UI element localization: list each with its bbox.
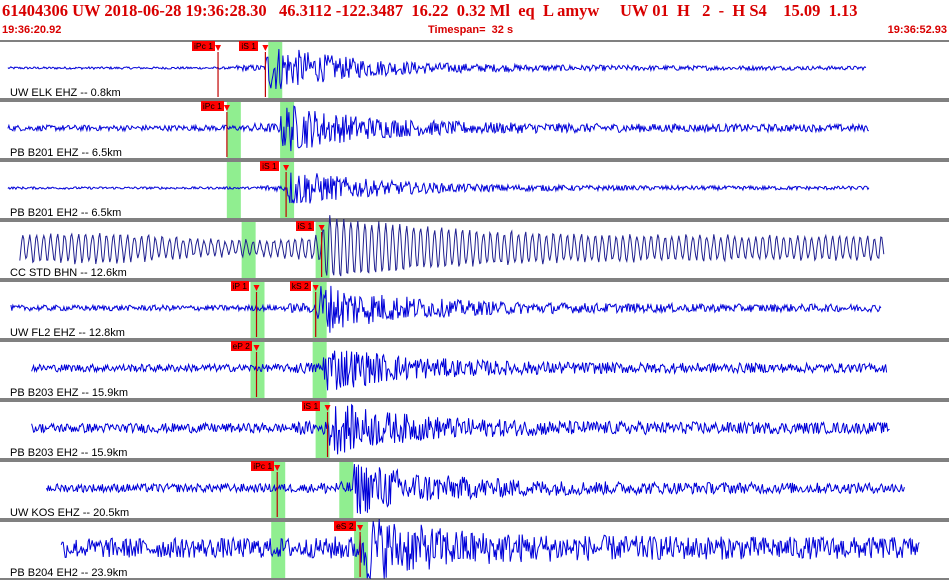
end-time: 19:36:52.93 <box>887 24 947 36</box>
waveform-trace <box>60 519 920 580</box>
event-header: 61404306 UW 2018-06-28 19:36:28.30 46.31… <box>0 0 949 40</box>
channel-row[interactable] <box>0 280 949 340</box>
waveform-canvas <box>0 40 949 580</box>
pick-label[interactable]: kS 2 <box>289 281 311 291</box>
channel-row[interactable] <box>0 40 949 100</box>
waveform-trace <box>31 403 890 455</box>
waveform-trace <box>45 463 905 514</box>
pick-label[interactable]: iS 1 <box>260 161 279 171</box>
pick-label[interactable]: iPc 1 <box>251 461 275 471</box>
channel-label: PB B204 EH2 -- 23.9km <box>10 567 128 579</box>
channel-row[interactable] <box>0 100 949 160</box>
channel-label: PB B203 EHZ -- 15.9km <box>10 387 128 399</box>
channel-row[interactable] <box>0 160 949 220</box>
channel-label: UW FL2 EHZ -- 12.8km <box>10 327 125 339</box>
channel-row[interactable] <box>0 340 949 400</box>
pick-label[interactable]: iPc 1 <box>192 41 215 51</box>
pick-label[interactable]: iS 1 <box>295 221 315 231</box>
start-time: 19:36:20.92 <box>2 24 62 36</box>
pick-label[interactable]: eP 2 <box>230 341 252 351</box>
pick-marker-icon[interactable] <box>262 45 269 51</box>
channel-row[interactable] <box>0 215 949 280</box>
pick-label[interactable]: iP 1 <box>230 281 249 291</box>
channel-label: PB B201 EH2 -- 6.5km <box>10 207 122 219</box>
seismogram-panel[interactable]: iPc 1 iS 1 UW ELK EHZ -- 0.8km iPc 1 PB B201… <box>0 40 949 580</box>
waveform-trace <box>10 285 882 333</box>
channel-row[interactable] <box>0 460 949 520</box>
channel-label: PB B203 EH2 -- 15.9km <box>10 447 128 459</box>
waveform-trace <box>7 172 870 204</box>
waveform-trace <box>19 215 885 277</box>
waveform-trace <box>7 105 869 152</box>
pick-label[interactable]: iPc 1 <box>200 101 224 111</box>
pick-window <box>226 102 241 158</box>
pick-marker-icon[interactable] <box>215 45 222 51</box>
channel-label: UW ELK EHZ -- 0.8km <box>10 87 121 99</box>
event-title: 61404306 UW 2018-06-28 19:36:28.30 46.31… <box>2 1 858 20</box>
channel-label: PB B201 EHZ -- 6.5km <box>10 147 122 159</box>
channel-row[interactable] <box>0 519 949 580</box>
channel-label: UW KOS EHZ -- 20.5km <box>10 507 130 519</box>
pick-label[interactable]: iS 1 <box>239 41 259 51</box>
timespan-label: Timespan= 32 s <box>428 24 514 36</box>
pick-label[interactable]: eS 2 <box>334 521 356 531</box>
channel-row[interactable] <box>0 400 949 460</box>
channel-label: CC STD BHN -- 12.6km <box>10 267 127 279</box>
waveform-trace <box>31 350 888 391</box>
pick-window <box>226 162 241 218</box>
waveform-trace <box>7 49 867 90</box>
pick-label[interactable]: iS 1 <box>301 401 321 411</box>
